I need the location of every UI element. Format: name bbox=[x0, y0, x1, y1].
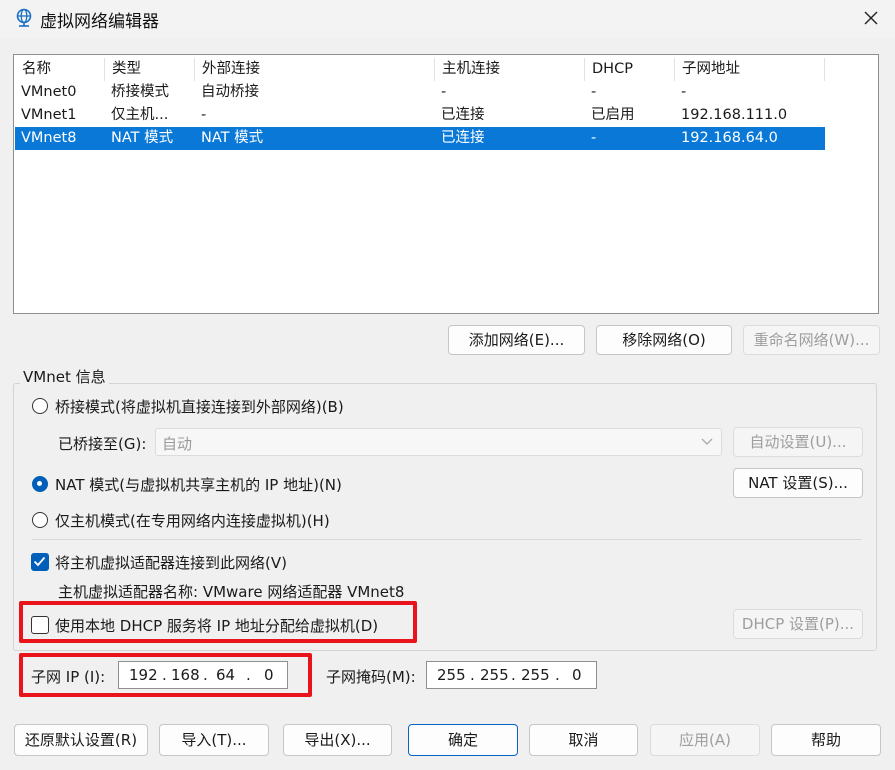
nat-settings-button[interactable]: NAT 设置(S)... bbox=[733, 468, 863, 498]
auto-settings-button[interactable]: 自动设置(U)... bbox=[733, 427, 863, 457]
column-header-dhcp[interactable]: DHCP bbox=[585, 58, 675, 81]
column-header-host[interactable]: 主机连接 bbox=[435, 58, 585, 81]
table-row[interactable]: VMnet0 桥接模式 自动桥接 - - - bbox=[15, 81, 825, 104]
add-network-button[interactable]: 添加网络(E)... bbox=[448, 325, 585, 355]
bridged-to-select[interactable]: 自动 bbox=[155, 428, 722, 456]
mask-octet: 255 bbox=[521, 666, 550, 684]
cell-host: 已连接 bbox=[441, 130, 485, 146]
cell-subnet: 192.168.111.0 bbox=[681, 107, 788, 123]
mask-octet: 255 bbox=[480, 666, 509, 684]
bridged-to-value: 自动 bbox=[162, 435, 193, 453]
subnet-mask-label: 子网掩码(M): bbox=[326, 668, 416, 686]
dhcp-settings-button[interactable]: DHCP 设置(P)... bbox=[733, 609, 863, 639]
mask-octet: 0 bbox=[572, 666, 582, 684]
column-header-name[interactable]: 名称 bbox=[15, 58, 105, 81]
import-button[interactable]: 导入(T)... bbox=[159, 724, 269, 756]
cell-name: VMnet0 bbox=[21, 84, 77, 100]
subnet-ip-highlight-box bbox=[19, 653, 312, 697]
globe-network-icon bbox=[16, 8, 32, 27]
cell-type: NAT 模式 bbox=[111, 130, 174, 146]
bridged-mode-radio[interactable] bbox=[32, 398, 48, 414]
apply-button[interactable]: 应用(A) bbox=[650, 724, 760, 756]
close-icon bbox=[864, 11, 878, 25]
checkmark-icon bbox=[33, 556, 46, 567]
cell-subnet: 192.168.64.0 bbox=[681, 130, 778, 146]
mask-dot: . bbox=[555, 666, 560, 684]
column-header-external[interactable]: 外部连接 bbox=[195, 58, 435, 81]
column-header-subnet[interactable]: 子网地址 bbox=[675, 58, 825, 81]
restore-defaults-button[interactable]: 还原默认设置(R) bbox=[14, 724, 148, 756]
cell-subnet: - bbox=[681, 84, 687, 100]
vmnet-info-title: VMnet 信息 bbox=[20, 366, 109, 387]
cell-external: - bbox=[201, 107, 207, 123]
dhcp-highlight-box bbox=[19, 601, 417, 643]
remove-network-button[interactable]: 移除网络(O) bbox=[596, 325, 732, 355]
mask-octet: 255 bbox=[437, 666, 466, 684]
cell-dhcp: - bbox=[591, 84, 597, 100]
subnet-mask-field[interactable]: 255 . 255 . 255 . 0 bbox=[426, 661, 597, 689]
mask-dot: . bbox=[470, 666, 475, 684]
bridged-mode-label[interactable]: 桥接模式(将虚拟机直接连接到外部网络)(B) bbox=[55, 396, 344, 417]
table-row-selected[interactable]: VMnet8 NAT 模式 NAT 模式 已连接 - 192.168.64.0 bbox=[15, 127, 825, 150]
connect-adapter-label[interactable]: 将主机虚拟适配器连接到此网络(V) bbox=[55, 552, 287, 573]
connect-adapter-checkbox[interactable] bbox=[31, 553, 49, 571]
host-only-radio[interactable] bbox=[32, 512, 48, 528]
column-header-type[interactable]: 类型 bbox=[105, 58, 195, 81]
cell-host: 已连接 bbox=[441, 107, 485, 123]
close-button[interactable] bbox=[852, 2, 890, 34]
window-title: 虚拟网络编辑器 bbox=[40, 12, 159, 32]
cell-type: 桥接模式 bbox=[111, 84, 169, 100]
nat-mode-label[interactable]: NAT 模式(与虚拟机共享主机的 IP 地址)(N) bbox=[55, 474, 342, 495]
ok-button[interactable]: 确定 bbox=[408, 724, 518, 756]
cell-dhcp: 已启用 bbox=[591, 107, 635, 123]
adapter-name-text: 主机虚拟适配器名称: VMware 网络适配器 VMnet8 bbox=[58, 583, 405, 601]
bridged-to-label: 已桥接至(G): bbox=[58, 435, 147, 453]
mask-dot: . bbox=[511, 666, 516, 684]
cancel-button[interactable]: 取消 bbox=[529, 724, 638, 756]
cell-name: VMnet8 bbox=[21, 130, 77, 146]
chevron-down-icon bbox=[701, 438, 713, 445]
cell-host: - bbox=[441, 84, 447, 100]
cell-external: NAT 模式 bbox=[201, 130, 264, 146]
cell-type: 仅主机... bbox=[111, 107, 169, 123]
nat-mode-radio[interactable] bbox=[32, 476, 48, 492]
help-button[interactable]: 帮助 bbox=[771, 724, 881, 756]
rename-network-button[interactable]: 重命名网络(W)... bbox=[743, 325, 880, 355]
cell-name: VMnet1 bbox=[21, 107, 77, 123]
table-row[interactable]: VMnet1 仅主机... - 已连接 已启用 192.168.111.0 bbox=[15, 104, 825, 127]
divider bbox=[32, 539, 862, 540]
cell-external: 自动桥接 bbox=[201, 84, 259, 100]
cell-dhcp: - bbox=[591, 130, 597, 146]
export-button[interactable]: 导出(X)... bbox=[283, 724, 392, 756]
host-only-label[interactable]: 仅主机模式(在专用网络内连接虚拟机)(H) bbox=[55, 510, 330, 531]
